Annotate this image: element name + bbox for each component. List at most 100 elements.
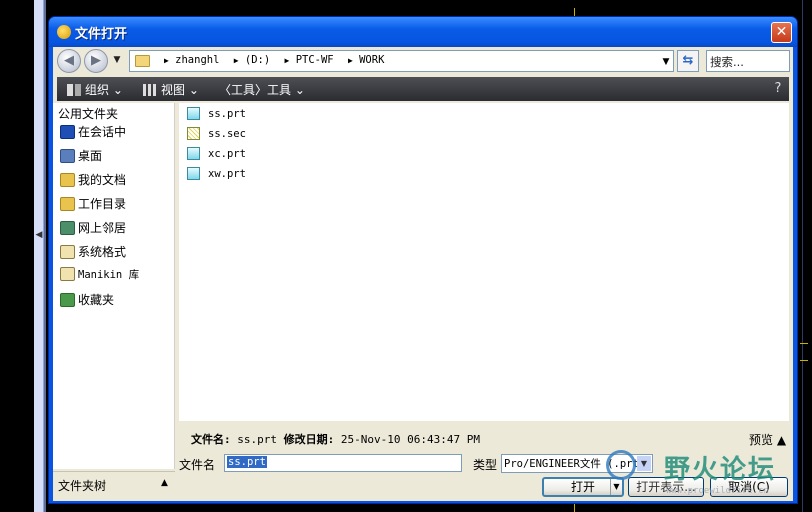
breadcrumb-item[interactable]: PTC-WF	[296, 54, 334, 66]
watermark-logo-icon	[606, 450, 636, 480]
section-file-icon	[187, 127, 200, 140]
file-name: ss.prt	[208, 108, 246, 120]
my-documents-icon	[60, 173, 75, 187]
chevron-down-icon: ⌄	[188, 83, 199, 97]
background-divider	[44, 0, 46, 512]
help-icon[interactable]: ?	[769, 80, 787, 98]
background-tick	[800, 360, 808, 361]
chevron-right-icon[interactable]: ▶	[234, 56, 239, 65]
breadcrumb-item[interactable]: WORK	[359, 54, 384, 66]
chevron-right-icon[interactable]: ▶	[164, 56, 169, 65]
chevron-right-icon[interactable]: ▶	[285, 56, 290, 65]
sidebar-item-label: 网上邻居	[78, 221, 127, 235]
manikin-library-icon	[60, 267, 75, 281]
sidebar-item-label: 收藏夹	[78, 293, 115, 307]
chevron-down-icon: ⌄	[294, 83, 305, 97]
sidebar-item-label: 在会话中	[78, 125, 127, 139]
type-label: 类型	[473, 458, 498, 472]
breadcrumb-item[interactable]: (D:)	[245, 54, 270, 66]
title-bar[interactable]: 文件打开 ✕	[49, 17, 797, 47]
file-details-text: 文件名: ss.prt 修改日期: 25-Nov-10 06:43:47 PM	[191, 431, 480, 447]
list-item[interactable]: ss.sec	[187, 127, 246, 145]
organize-label: 组织	[85, 83, 110, 97]
list-item[interactable]: xc.prt	[187, 147, 246, 165]
watermark: 野火论坛 www.proewildfire.cn	[602, 446, 794, 506]
folder-icon	[135, 55, 150, 67]
file-name: xw.prt	[208, 168, 246, 180]
views-label: 视图	[161, 83, 186, 97]
sidebar-item-my-documents[interactable]: 我的文档	[60, 171, 126, 191]
network-icon	[60, 221, 75, 235]
background-side-strip	[34, 0, 44, 512]
sidebar-item-system-formats[interactable]: 系统格式	[60, 243, 126, 263]
search-input[interactable]: 搜索...	[706, 50, 790, 72]
sidebar-item-working-directory[interactable]: 工作目录	[60, 195, 126, 215]
organize-menu[interactable]: 组织 ⌄	[67, 81, 123, 98]
chevron-down-icon: ⌄	[112, 83, 123, 97]
dialog-client-area: ◀ ▶ ▼ ▶ zhanghl ▶ (D:) ▶ PTC-WF ▶ WORK ▼…	[53, 47, 793, 501]
favorites-icon	[60, 293, 75, 307]
tools-bracket-label: 〈工具〉	[219, 83, 268, 97]
sidebar-item-manikin-library[interactable]: Manikin 库	[60, 267, 139, 287]
desktop-icon	[60, 149, 75, 163]
sidebar-item-label: 系统格式	[78, 245, 127, 259]
toolbar: 组织 ⌄ 视图 ⌄ 〈工具〉工具 ⌄ ?	[57, 77, 789, 101]
filename-value: ss.prt	[227, 456, 267, 468]
scrollbar[interactable]	[789, 103, 793, 421]
file-open-dialog: 文件打开 ✕ ◀ ▶ ▼ ▶ zhanghl ▶ (D:) ▶ PTC-WF ▶…	[48, 16, 798, 504]
views-menu[interactable]: 视图 ⌄	[143, 81, 199, 98]
organize-icon	[67, 84, 81, 96]
details-modified-label: 修改日期:	[283, 433, 335, 446]
open-button-label: 打开	[570, 480, 595, 494]
sidebar-item-favorites[interactable]: 收藏夹	[60, 291, 114, 311]
sidebar-item-session[interactable]: 在会话中	[60, 123, 126, 143]
sidebar-item-label: Manikin 库	[78, 269, 140, 281]
part-file-icon	[187, 107, 200, 120]
breadcrumb-item[interactable]: zhanghl	[175, 54, 219, 66]
filename-label: 文件名	[179, 458, 216, 472]
details-filename-value: ss.prt	[237, 433, 277, 446]
address-dropdown-icon[interactable]: ▼	[660, 55, 672, 69]
forward-button[interactable]: ▶	[84, 49, 108, 73]
tools-label: 工具	[267, 83, 292, 97]
app-icon	[57, 25, 71, 39]
close-button[interactable]: ✕	[771, 22, 792, 43]
back-button[interactable]: ◀	[57, 49, 81, 73]
collapse-arrow-icon[interactable]: ◀	[35, 230, 43, 244]
tools-menu[interactable]: 〈工具〉工具 ⌄	[219, 81, 305, 98]
background-tick	[800, 343, 808, 344]
background-tick	[574, 504, 575, 512]
list-item[interactable]: ss.prt	[187, 107, 246, 125]
breadcrumb: ▶ zhanghl ▶ (D:) ▶ PTC-WF ▶ WORK	[156, 54, 384, 66]
sidebar-item-label: 工作目录	[78, 197, 127, 211]
chevron-right-icon[interactable]: ▶	[348, 56, 353, 65]
navigation-row: ◀ ▶ ▼ ▶ zhanghl ▶ (D:) ▶ PTC-WF ▶ WORK ▼…	[53, 47, 793, 75]
session-icon	[60, 125, 75, 139]
system-formats-icon	[60, 245, 75, 259]
sidebar-item-desktop[interactable]: 桌面	[60, 147, 102, 167]
sidebar-title: 公用文件夹	[58, 107, 119, 121]
address-bar[interactable]: ▶ zhanghl ▶ (D:) ▶ PTC-WF ▶ WORK ▼	[129, 50, 674, 72]
sidebar-item-network[interactable]: 网上邻居	[60, 219, 126, 239]
watermark-url: www.proewildfire.cn	[666, 486, 769, 496]
part-file-icon	[187, 147, 200, 160]
folder-tree-label: 文件夹树	[58, 479, 107, 493]
chevron-up-icon: ▲	[161, 478, 168, 488]
sidebar-item-label: 我的文档	[78, 173, 127, 187]
working-directory-icon	[60, 197, 75, 211]
folder-tree-toggle[interactable]: 文件夹树 ▲	[53, 471, 175, 495]
file-name: ss.sec	[208, 128, 246, 140]
details-modified-value: 25-Nov-10 06:43:47 PM	[340, 433, 480, 446]
file-list[interactable]: ss.prt ss.sec xc.prt xw.prt	[179, 103, 791, 421]
watermark-text: 野火论坛	[664, 455, 777, 485]
file-name: xc.prt	[208, 148, 246, 160]
background-tick	[574, 8, 575, 16]
background-divider-right	[802, 0, 803, 512]
list-item[interactable]: xw.prt	[187, 167, 246, 185]
history-dropdown-icon[interactable]: ▼	[111, 53, 123, 67]
views-icon	[143, 84, 157, 96]
dialog-title: 文件打开	[75, 27, 128, 42]
refresh-button[interactable]: ⇆	[677, 50, 699, 72]
details-filename-label: 文件名:	[191, 433, 231, 446]
filename-input[interactable]: ss.prt	[224, 454, 462, 472]
